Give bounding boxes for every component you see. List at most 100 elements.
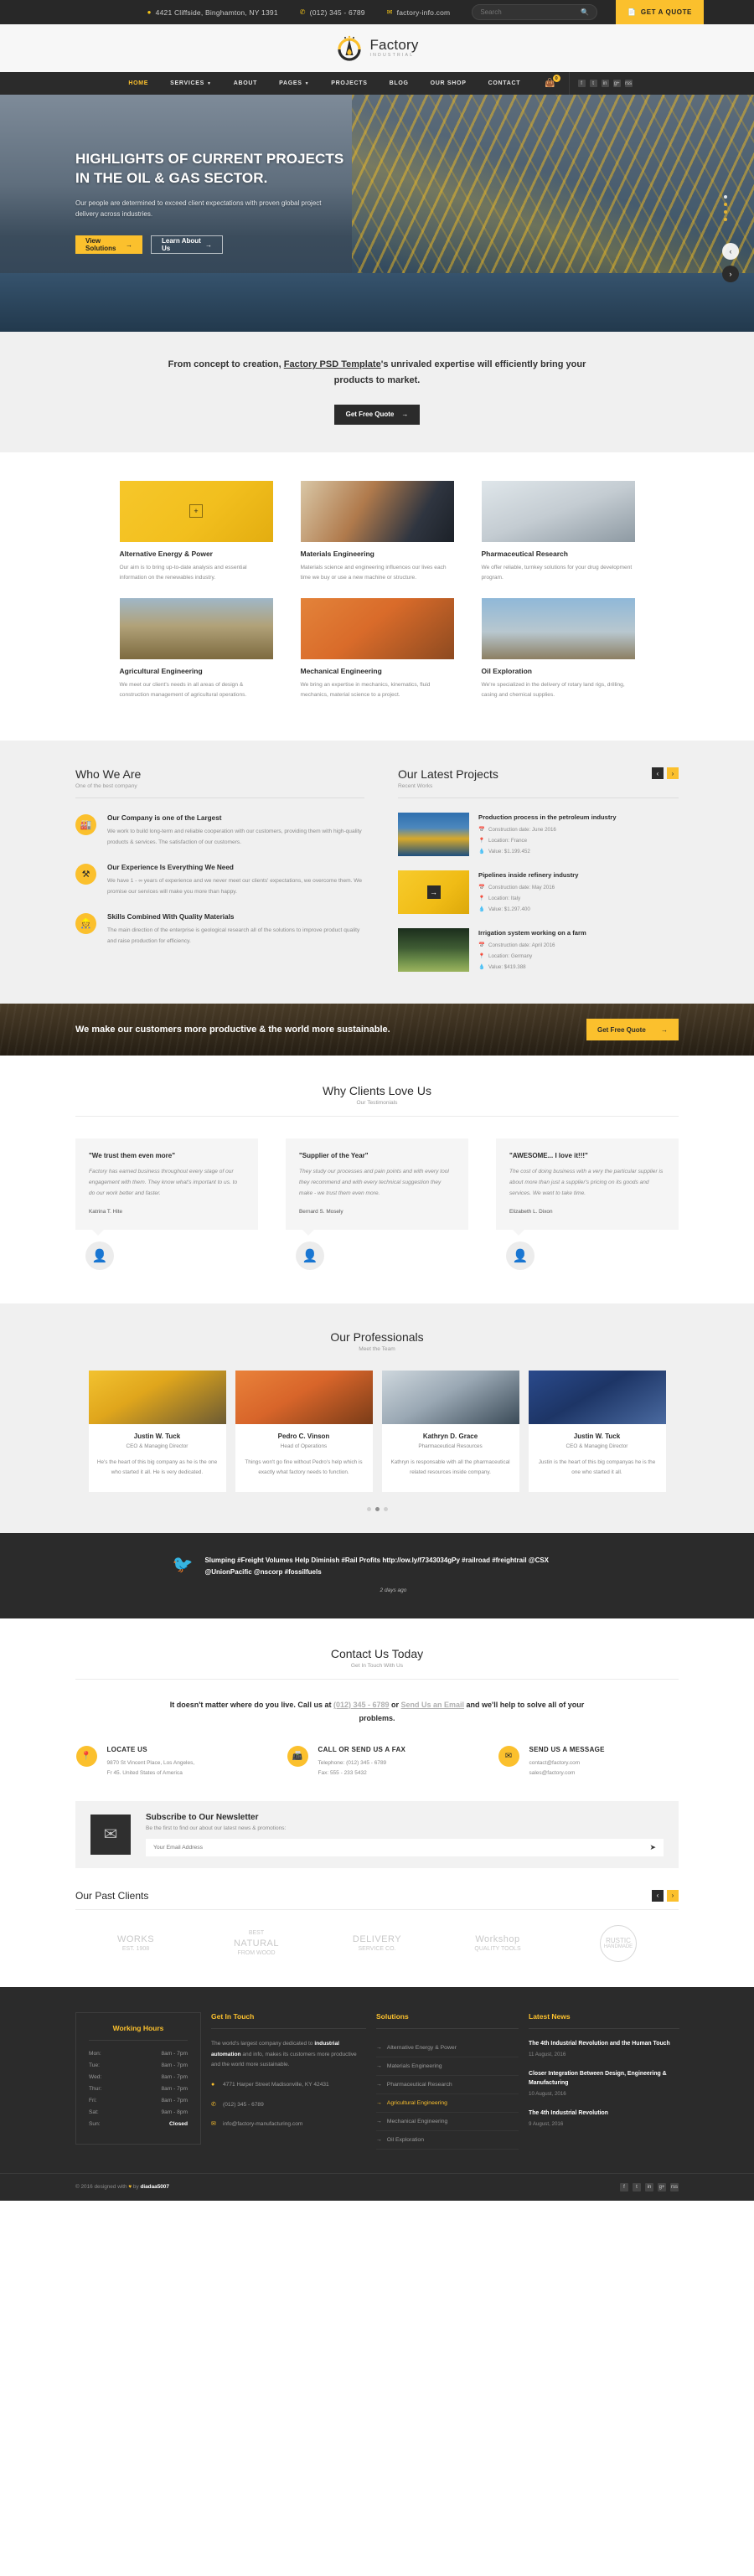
- slider-dots[interactable]: [724, 195, 727, 225]
- social-t-icon[interactable]: t: [589, 80, 597, 87]
- client-logo[interactable]: Workshop QUALITY TOOLS: [474, 1933, 520, 1953]
- team-dot-active[interactable]: [374, 1506, 380, 1511]
- projects-prev-button[interactable]: ‹: [652, 767, 664, 780]
- service-card[interactable]: + Alternative Energy & Power Our aim is to…: [119, 480, 273, 583]
- service-card[interactable]: Materials Engineering Materials science a…: [300, 480, 454, 583]
- footer-news-item[interactable]: The 4th Industrial Revolution and the Hu…: [529, 2039, 679, 2057]
- social-rss-icon[interactable]: rss: [670, 2182, 679, 2191]
- testimonial-author: Elizabeth L. Dixon: [509, 1208, 553, 1215]
- top-email[interactable]: ✉ factory-info.com: [387, 8, 451, 17]
- slider-dot[interactable]: [724, 203, 727, 206]
- nav-item-blog[interactable]: BLOG: [390, 80, 409, 86]
- newsletter-email-input[interactable]: [153, 1844, 650, 1851]
- footer-phone[interactable]: ✆ (012) 345 - 6789: [211, 2100, 366, 2111]
- divider: [75, 1116, 679, 1118]
- team-dot[interactable]: [383, 1506, 388, 1511]
- slider-dot[interactable]: [724, 195, 727, 199]
- search-input[interactable]: [480, 8, 581, 16]
- search-box[interactable]: 🔍: [472, 4, 598, 20]
- tweet-timestamp: 2 days ago: [380, 1587, 407, 1593]
- intro-link[interactable]: Factory PSD Template: [284, 359, 381, 369]
- project-item[interactable]: Production process in the petroleum indu…: [398, 813, 679, 857]
- service-card[interactable]: Mechanical Engineering We bring an expert…: [300, 597, 454, 700]
- footer-solution-link[interactable]: → Alternative Energy & Power: [376, 2039, 519, 2057]
- team-dot[interactable]: [366, 1506, 371, 1511]
- footer-solution-link[interactable]: → Pharmaceutical Research: [376, 2076, 519, 2094]
- newsletter-input-row[interactable]: ➤: [146, 1838, 664, 1856]
- service-title: Agricultural Engineering: [119, 666, 203, 675]
- project-item[interactable]: → Pipelines inside refinery industry 📅 Cons…: [398, 870, 679, 915]
- brand-logo[interactable]: Factory INDUSTRIAL: [335, 34, 418, 63]
- view-solutions-button[interactable]: View Solutions →: [75, 235, 142, 255]
- service-card[interactable]: Agricultural Engineering We meet our clie…: [119, 597, 273, 700]
- footer-news-item[interactable]: The 4th Industrial Revolution 9 August, 2…: [529, 2109, 679, 2127]
- cta-get-free-quote-button[interactable]: Get Free Quote →: [586, 1019, 679, 1041]
- clients-next-button[interactable]: ›: [667, 1889, 679, 1902]
- nav-item-our-shop[interactable]: OUR SHOP: [431, 80, 467, 86]
- team-member-card[interactable]: Pedro C. Vinson Head of Operations Things …: [235, 1370, 373, 1492]
- service-card[interactable]: Oil Exploration We're specialized in the …: [481, 597, 635, 700]
- client-logo[interactable]: RUSTIC HANDMADE: [600, 1924, 637, 1962]
- plus-icon[interactable]: +: [189, 504, 203, 518]
- social-gplus-icon[interactable]: g+: [612, 80, 621, 87]
- feature-item: 👷 Skills Combined With Quality Materials T…: [75, 913, 364, 947]
- nav-item-pages[interactable]: PAGES ▼: [279, 80, 309, 86]
- top-phone[interactable]: ✆ (012) 345 - 6789: [300, 8, 365, 17]
- social-rss-icon[interactable]: rss: [624, 80, 633, 87]
- send-icon[interactable]: ➤: [649, 1843, 656, 1852]
- arrow-right-icon[interactable]: →: [426, 885, 441, 900]
- footer-news-item[interactable]: Closer Integration Between Design, Engin…: [529, 2069, 679, 2097]
- social-gplus-icon[interactable]: g+: [658, 2182, 666, 2191]
- project-date-text: Construction date: April 2016: [488, 942, 555, 948]
- calendar-icon: 📅: [478, 827, 485, 834]
- social-t-icon[interactable]: t: [633, 2182, 641, 2191]
- footer-solution-link[interactable]: → Agricultural Engineering: [376, 2094, 519, 2113]
- nav-item-projects[interactable]: PROJECTS: [331, 80, 367, 86]
- footer-solution-link[interactable]: → Mechanical Engineering: [376, 2113, 519, 2131]
- social-in-icon[interactable]: in: [601, 80, 609, 87]
- nav-item-about[interactable]: ABOUT: [234, 80, 257, 86]
- slider-dot[interactable]: [724, 218, 727, 221]
- social-in-icon[interactable]: in: [645, 2182, 653, 2191]
- contact-phone-link[interactable]: (012) 345 - 6789: [333, 1701, 390, 1709]
- search-icon[interactable]: 🔍: [581, 8, 589, 16]
- nav-item-services[interactable]: SERVICES ▼: [170, 80, 212, 86]
- copyright-author[interactable]: diadaa5007: [140, 2184, 168, 2190]
- learn-about-us-button[interactable]: Learn About Us →: [151, 235, 223, 255]
- get-a-quote-button[interactable]: 📄 GET A QUOTE: [616, 0, 704, 24]
- footer-solution-link[interactable]: → Oil Exploration: [376, 2131, 519, 2150]
- clients-section: Our Past Clients ‹ › WORKS EST. 1908 BEST N…: [0, 1868, 754, 1987]
- slider-prev-button[interactable]: ‹: [722, 243, 739, 260]
- nav-item-contact[interactable]: CONTACT: [488, 80, 521, 86]
- project-value-text: Value: $1.199.452: [488, 848, 530, 854]
- twitter-feed-section: 🐦 Slumping #Freight Volumes Help Diminis…: [0, 1532, 754, 1618]
- cart-icon[interactable]: 👜 0: [545, 75, 560, 88]
- project-item[interactable]: Irrigation system working on a farm 📅 Cons…: [398, 928, 679, 973]
- footer-solution-label: Pharmaceutical Research: [386, 2081, 452, 2088]
- nav-item-home[interactable]: HOME: [128, 80, 148, 86]
- footer-news-date: 10 August, 2016: [529, 2090, 566, 2097]
- footer-email[interactable]: ✉ info@factory-manufacturing.com: [211, 2119, 366, 2130]
- slider-next-button[interactable]: ›: [722, 266, 739, 282]
- team-member-card[interactable]: Kathryn D. Grace Pharmaceutical Resources…: [381, 1370, 519, 1492]
- projects-next-button[interactable]: ›: [667, 767, 679, 780]
- client-logo[interactable]: DELIVERY SERVICE CO.: [353, 1933, 401, 1953]
- team-member-card[interactable]: Justin W. Tuck CEO & Managing Director He'…: [88, 1370, 226, 1492]
- social-f-icon[interactable]: f: [620, 2182, 628, 2191]
- intro-get-free-quote-button[interactable]: Get Free Quote →: [333, 404, 421, 425]
- contact-email-link[interactable]: Send Us an Email: [401, 1701, 465, 1709]
- brand-name: Factory: [369, 37, 419, 54]
- service-card[interactable]: Pharmaceutical Research We offer reliable…: [481, 480, 635, 583]
- arrow-right-icon: →: [376, 2062, 382, 2069]
- footer-solution-link[interactable]: → Materials Engineering: [376, 2057, 519, 2076]
- slider-dot[interactable]: [724, 210, 727, 214]
- project-title: Irrigation system working on a farm: [478, 929, 586, 937]
- client-logo-main: WORKS: [116, 1934, 155, 1945]
- social-f-icon[interactable]: f: [577, 80, 586, 87]
- client-logo[interactable]: WORKS EST. 1908: [117, 1933, 154, 1953]
- hero-title-line2: IN THE OIL & GAS SECTOR.: [75, 169, 268, 186]
- clients-prev-button[interactable]: ‹: [652, 1889, 664, 1902]
- team-member-card[interactable]: Justin W. Tuck CEO & Managing Director Jus…: [528, 1370, 666, 1492]
- footer-solution-label: Agricultural Engineering: [386, 2099, 447, 2106]
- client-logo[interactable]: BEST NATURAL FROM WOOD: [234, 1929, 279, 1956]
